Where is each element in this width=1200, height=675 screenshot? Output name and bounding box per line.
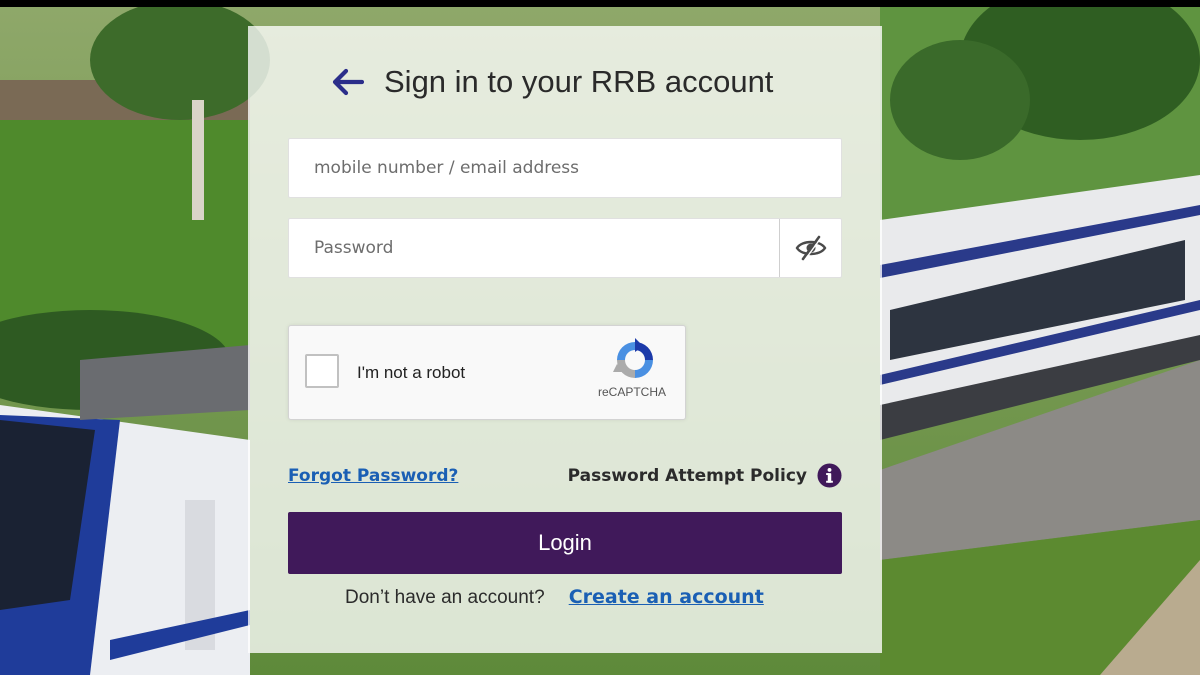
- signup-prompt: Don’t have an account?: [345, 587, 545, 608]
- username-input[interactable]: [289, 139, 839, 197]
- eye-slash-icon: [795, 235, 826, 261]
- create-account-link[interactable]: Create an account: [569, 586, 764, 608]
- password-input[interactable]: [289, 219, 779, 277]
- info-icon[interactable]: [817, 463, 842, 488]
- login-button[interactable]: Login: [288, 512, 842, 574]
- signup-row: Don’t have an account? Create an account: [345, 586, 764, 609]
- page-title: Sign in to your RRB account: [384, 64, 774, 99]
- password-attempt-policy: Password Attempt Policy: [568, 463, 842, 488]
- login-card: Sign in to your RRB account I'm not a ro…: [248, 26, 882, 653]
- arrow-left-icon[interactable]: [330, 67, 364, 97]
- header-row: Sign in to your RRB account: [330, 64, 773, 100]
- policy-label: Password Attempt Policy: [567, 465, 807, 486]
- password-field-wrapper: [288, 218, 842, 278]
- recaptcha-checkbox[interactable]: [305, 354, 339, 388]
- username-field-wrapper: [288, 138, 842, 198]
- recaptcha-label: I'm not a robot: [357, 363, 466, 382]
- recaptcha-brand: reCAPTCHA: [598, 385, 667, 399]
- password-visibility-toggle[interactable]: [779, 219, 841, 277]
- forgot-password-link[interactable]: Forgot Password?: [288, 466, 458, 486]
- recaptcha-logo-icon: [613, 338, 653, 378]
- top-black-band: [0, 0, 1200, 7]
- recaptcha-widget: I'm not a robot reCAPTCHA: [288, 325, 686, 420]
